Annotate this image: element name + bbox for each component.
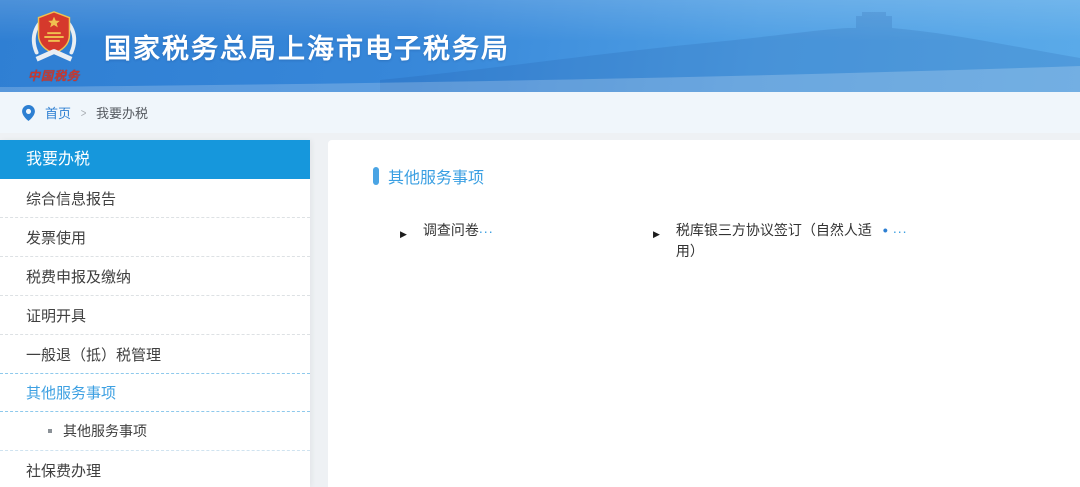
sidebar: 我要办税 综合信息报告 发票使用 税费申报及缴纳 证明开具 一般退（抵）税管理 [0, 140, 310, 487]
sidebar-item-certificate-issuance[interactable]: 证明开具 [0, 296, 310, 335]
sidebar-item-social-insurance[interactable]: 社保费办理 [0, 451, 310, 487]
sidebar-item-label: 证明开具 [26, 305, 86, 326]
sidebar-item-invoice-use[interactable]: 发票使用 [0, 218, 310, 257]
sidebar-item-label: 发票使用 [26, 227, 86, 248]
section-title: 其他服务事项 [388, 164, 484, 188]
content-row: 我要办税 综合信息报告 发票使用 税费申报及缴纳 证明开具 一般退（抵）税管理 [0, 133, 1080, 487]
sidebar-item-label: 综合信息报告 [26, 188, 116, 209]
sidebar-item-general-tax-refund[interactable]: 一般退（抵）税管理 [0, 335, 310, 374]
breadcrumb-current: 我要办税 [96, 103, 148, 122]
location-pin-icon [22, 105, 35, 121]
sidebar-item-label: 其他服务事项 [63, 421, 147, 441]
breadcrumb-separator: > [81, 106, 87, 120]
sidebar-item-label: 一般退（抵）税管理 [26, 344, 161, 365]
sidebar-menu: 综合信息报告 发票使用 税费申报及缴纳 证明开具 一般退（抵）税管理 其他服务事… [0, 179, 310, 487]
arrow-right-icon: ▶ [653, 224, 660, 245]
sidebar-item-label: 社保费办理 [26, 460, 101, 481]
tax-bureau-logo: 中国税务 [16, 8, 92, 84]
sidebar-item-label: 其他服务事项 [26, 382, 116, 403]
service-item-survey[interactable]: ▶ 调查问卷 ... [400, 220, 653, 245]
section-header: 其他服务事项 [373, 164, 1050, 188]
sidebar-item-tax-declaration-payment[interactable]: 税费申报及缴纳 [0, 257, 310, 296]
section-accent-bar [373, 167, 379, 185]
arrow-right-icon: ▶ [400, 224, 407, 245]
tax-emblem-icon [25, 8, 83, 66]
service-grid: ▶ 调查问卷 ... ▶ 税库银三方协议签订（自然人适用） • ... [373, 220, 1050, 262]
service-item-more-link[interactable]: ... [893, 218, 908, 239]
page-title: 国家税务总局上海市电子税务局 [104, 27, 510, 66]
sidebar-subitem-other-services[interactable]: 其他服务事项 [0, 412, 310, 451]
page: 中国税务 国家税务总局上海市电子税务局 首页 > 我要办税 我要办税 综合信息报… [0, 0, 1080, 487]
sidebar-item-other-services-active[interactable]: 其他服务事项 [0, 373, 310, 412]
bullet-icon [48, 429, 52, 433]
sidebar-header-wo-yao-ban-shui[interactable]: 我要办税 [0, 140, 310, 179]
app-header: 中国税务 国家税务总局上海市电子税务局 [0, 0, 1080, 92]
sidebar-item-comprehensive-info-report[interactable]: 综合信息报告 [0, 179, 310, 218]
service-item-label: 调查问卷 [423, 220, 479, 241]
service-item-dot: • [883, 220, 888, 241]
service-item-more-link[interactable]: ... [479, 218, 494, 239]
main-panel: 其他服务事项 ▶ 调查问卷 ... ▶ 税库银三方协议签订（自然人适用） • .… [328, 140, 1080, 487]
service-item-label: 税库银三方协议签订（自然人适用） [676, 220, 872, 262]
logo-caption: 中国税务 [28, 67, 80, 84]
service-item-tripartite-agreement[interactable]: ▶ 税库银三方协议签订（自然人适用） • ... [653, 220, 973, 262]
breadcrumb-home-link[interactable]: 首页 [45, 103, 71, 122]
breadcrumb: 首页 > 我要办税 [0, 92, 1080, 133]
sidebar-item-label: 税费申报及缴纳 [26, 266, 131, 287]
